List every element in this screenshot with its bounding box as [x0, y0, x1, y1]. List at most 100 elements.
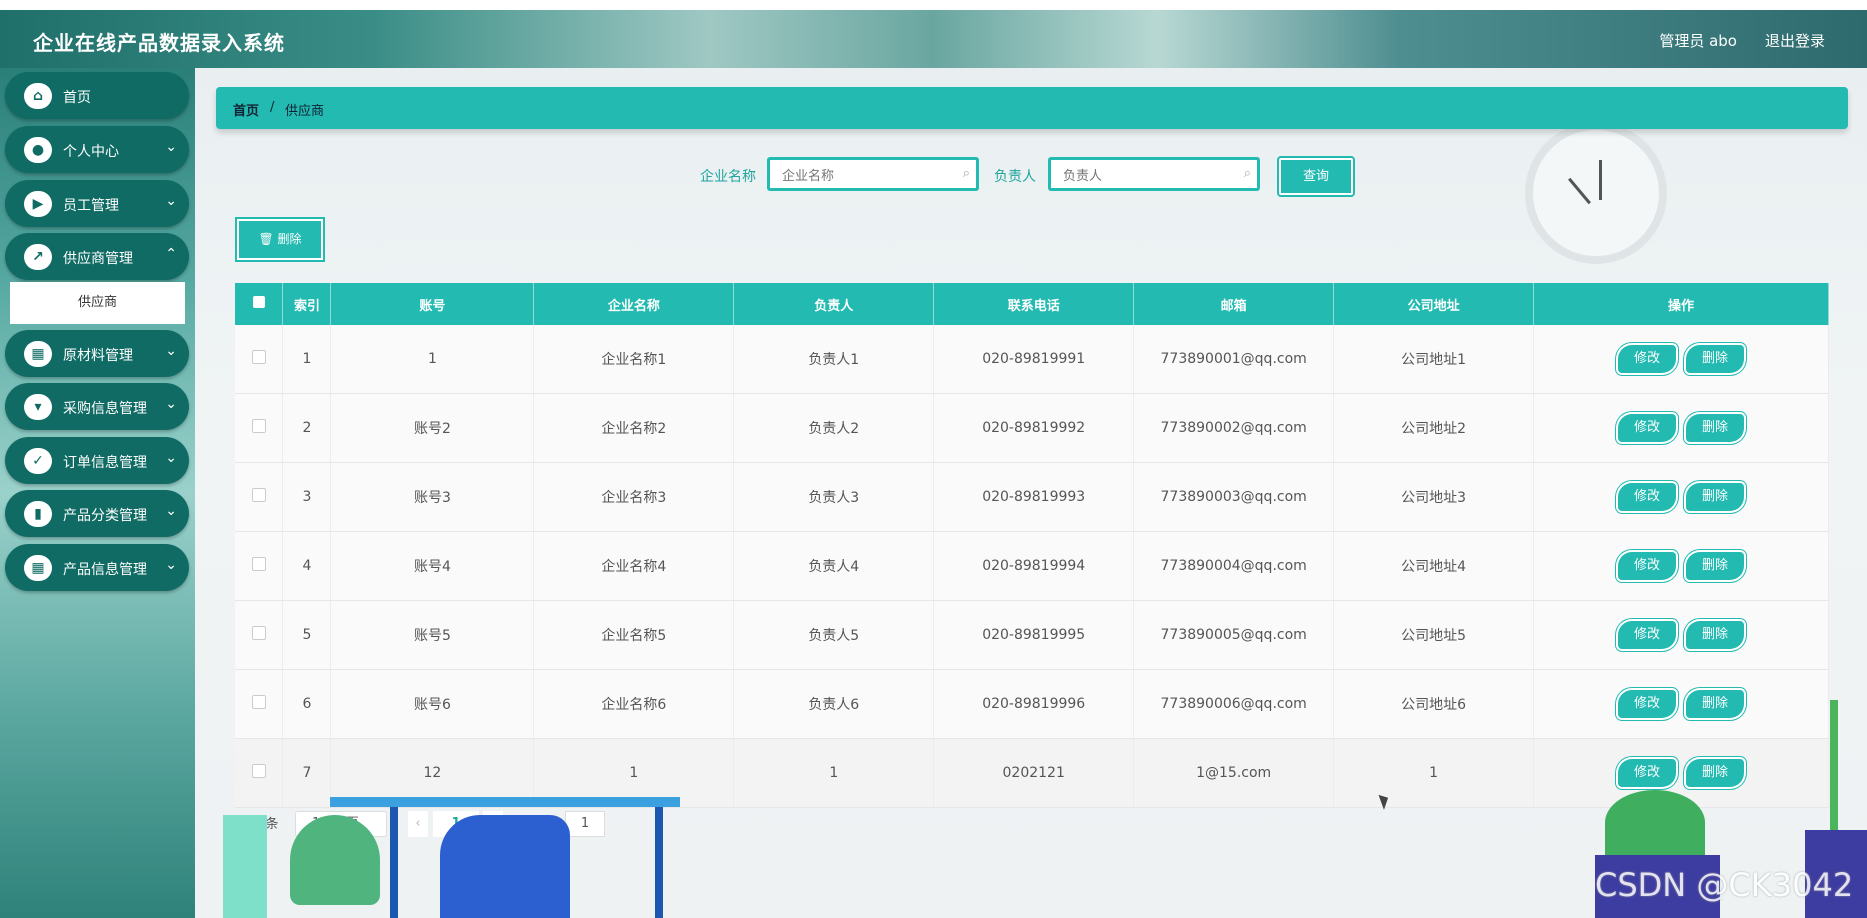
column-header: 公司地址: [1333, 283, 1535, 325]
breadcrumb: 首页 / 供应商: [216, 87, 1848, 129]
query-button[interactable]: 查询: [1277, 156, 1355, 197]
column-header: 索引: [282, 283, 332, 325]
table-cell: 773890006@qq.com: [1133, 669, 1335, 739]
delete-button[interactable]: 删除: [1686, 621, 1745, 649]
sidebar-item-label: 员工管理: [63, 198, 119, 214]
row-checkbox[interactable]: [235, 462, 284, 532]
delete-button[interactable]: 删除: [1686, 483, 1745, 511]
goto-page-input[interactable]: 1: [565, 811, 605, 837]
table-cell: 账号5: [330, 600, 535, 670]
row-checkbox[interactable]: [235, 600, 284, 670]
select-all-checkbox[interactable]: [235, 283, 284, 325]
edit-button[interactable]: 修改: [1618, 690, 1677, 718]
row-actions: 修改 删除: [1533, 600, 1829, 670]
row-checkbox[interactable]: [235, 393, 284, 463]
person-illustration: [440, 815, 570, 918]
breadcrumb-home[interactable]: 首页: [233, 100, 259, 119]
table-cell: 企业名称5: [533, 600, 735, 670]
column-header: 联系电话: [933, 283, 1135, 325]
table-cell: 负责人4: [733, 531, 935, 601]
sidebar-item-supplier[interactable]: ↗ 供应商管理 ⌃: [5, 233, 189, 280]
table-cell: 1: [733, 738, 935, 808]
edit-button[interactable]: 修改: [1618, 759, 1677, 787]
sidebar-item-label: 产品信息管理: [63, 562, 147, 578]
table-cell: 公司地址3: [1333, 462, 1535, 532]
trash-icon: 🗑: [258, 232, 274, 246]
row-checkbox[interactable]: [235, 738, 284, 808]
column-header: 邮箱: [1133, 283, 1335, 325]
manager-input[interactable]: [1061, 164, 1225, 188]
table-header-row: 索引 账号 企业名称 负责人 联系电话 邮箱 公司地址 操作: [235, 283, 1829, 325]
table-cell: 账号4: [330, 531, 535, 601]
book-icon: ▮: [24, 501, 52, 527]
company-name-field[interactable]: ⌕: [767, 157, 979, 191]
chevron-down-icon: ⌄: [165, 193, 177, 209]
table-cell: 020-89819995: [933, 600, 1135, 670]
breadcrumb-current: 供应商: [285, 104, 325, 119]
sidebar-item-label: 供应商管理: [63, 251, 133, 267]
table-cell: 020-89819994: [933, 531, 1135, 601]
clipboard-icon: ✓: [24, 448, 52, 474]
edit-button[interactable]: 修改: [1618, 414, 1677, 442]
desk-illustration: [330, 797, 680, 807]
table-cell: 773890001@qq.com: [1133, 325, 1335, 394]
table-cell: 773890003@qq.com: [1133, 462, 1335, 532]
company-name-label: 企业名称: [700, 169, 756, 185]
table-cell: 4: [282, 531, 332, 601]
table-cell: 公司地址4: [1333, 531, 1535, 601]
edit-button[interactable]: 修改: [1618, 345, 1677, 373]
table-row: 2 账号2 企业名称2 负责人2 020-89819992 773890002@qq.co…: [235, 393, 1829, 463]
delete-button[interactable]: 删除: [1686, 345, 1745, 373]
admin-name: 管理员 abo: [1659, 32, 1737, 50]
table-row: 1 1 企业名称1 负责人1 020-89819991 773890001@qq.com 公…: [235, 325, 1829, 394]
decorative-shape: [223, 815, 267, 918]
sidebar-item-product-category[interactable]: ▮ 产品分类管理 ⌄: [5, 490, 189, 537]
table-cell: 公司地址2: [1333, 393, 1535, 463]
edit-button[interactable]: 修改: [1618, 552, 1677, 580]
table-cell: 020-89819991: [933, 325, 1135, 394]
clock-hand: [1568, 177, 1591, 205]
video-icon: ▶: [24, 191, 52, 217]
clock-illustration: [1525, 122, 1667, 264]
delete-button[interactable]: 删除: [1686, 759, 1745, 787]
edit-button[interactable]: 修改: [1618, 483, 1677, 511]
sidebar-item-label: 采购信息管理: [63, 401, 147, 417]
table-cell: 负责人1: [733, 325, 935, 394]
company-name-input[interactable]: [780, 164, 944, 188]
column-header: 负责人: [733, 283, 935, 325]
user-icon: ●: [24, 137, 52, 163]
submenu-item-supplier[interactable]: 供应商: [10, 282, 185, 324]
row-checkbox[interactable]: [235, 325, 284, 394]
table-cell: 企业名称1: [533, 325, 735, 394]
delete-button[interactable]: 删除: [1686, 414, 1745, 442]
edit-button[interactable]: 修改: [1618, 621, 1677, 649]
sidebar-item-label: 个人中心: [63, 144, 119, 160]
row-checkbox[interactable]: [235, 669, 284, 739]
table-cell: 负责人2: [733, 393, 935, 463]
manager-field[interactable]: ⌕: [1048, 157, 1260, 191]
sidebar-item-product-info[interactable]: ▦ 产品信息管理 ⌄: [5, 544, 189, 591]
sidebar-item-orders[interactable]: ✓ 订单信息管理 ⌄: [5, 437, 189, 484]
table-cell: 7: [282, 738, 332, 808]
table-cell: 企业名称6: [533, 669, 735, 739]
table-cell: 企业名称4: [533, 531, 735, 601]
sidebar-item-purchase[interactable]: ▾ 采购信息管理 ⌄: [5, 383, 189, 430]
delete-button[interactable]: 删除: [1686, 552, 1745, 580]
sidebar-item-raw-material[interactable]: ▦ 原材料管理 ⌄: [5, 330, 189, 377]
table-row: 4 账号4 企业名称4 负责人4 020-89819994 773890004@qq.co…: [235, 531, 1829, 601]
batch-delete-button[interactable]: 🗑 删除: [235, 217, 325, 262]
grid-icon: ▦: [24, 555, 52, 581]
sidebar-item-home[interactable]: ⌂ 首页: [5, 72, 189, 119]
prev-page-button[interactable]: ‹: [408, 811, 428, 837]
chevron-down-icon: ⌄: [165, 396, 177, 412]
delete-button[interactable]: 删除: [1686, 690, 1745, 718]
table-cell: 负责人5: [733, 600, 935, 670]
sidebar-item-personal-center[interactable]: ● 个人中心 ⌄: [5, 126, 189, 173]
sidebar-item-employee[interactable]: ▶ 员工管理 ⌄: [5, 180, 189, 227]
logout-link[interactable]: 退出登录: [1765, 30, 1825, 51]
table-row: 3 账号3 企业名称3 负责人3 020-89819993 773890003@qq.co…: [235, 462, 1829, 532]
table-cell: 企业名称3: [533, 462, 735, 532]
row-checkbox[interactable]: [235, 531, 284, 601]
plant-illustration: [1605, 790, 1705, 855]
table-cell: 账号6: [330, 669, 535, 739]
